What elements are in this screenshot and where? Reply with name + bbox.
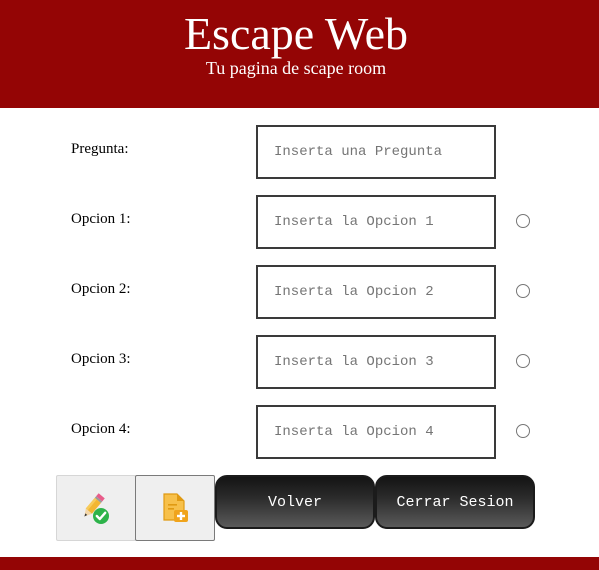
option-2-input[interactable] [256, 265, 496, 319]
option-4-input[interactable] [256, 405, 496, 459]
site-subtitle: Tu pagina de scape room [205, 58, 387, 78]
site-header: Escape Web Tu pagina de scape room [0, 0, 599, 108]
option-1-input[interactable] [256, 195, 496, 249]
option-1-label: Opcion 1: [71, 211, 131, 227]
file-plus-icon [163, 493, 188, 522]
option-1-radio[interactable] [516, 214, 530, 228]
option-3-radio[interactable] [516, 354, 530, 368]
option-3-label: Opcion 3: [71, 351, 131, 367]
edit-question-button[interactable] [56, 475, 136, 541]
option-2-label: Opcion 2: [71, 281, 131, 297]
question-label: Pregunta: [71, 141, 129, 157]
question-input[interactable] [256, 125, 496, 179]
back-button[interactable]: Volver [215, 475, 375, 529]
option-4-radio[interactable] [516, 424, 530, 438]
site-footer [0, 557, 599, 570]
logout-button[interactable]: Cerrar Sesion [375, 475, 535, 529]
option-2-radio[interactable] [516, 284, 530, 298]
option-3-input[interactable] [256, 335, 496, 389]
add-question-button[interactable] [135, 475, 215, 541]
pencil-check-icon [84, 493, 109, 524]
option-4-label: Opcion 4: [71, 421, 131, 437]
site-title: Escape Web [183, 8, 409, 59]
